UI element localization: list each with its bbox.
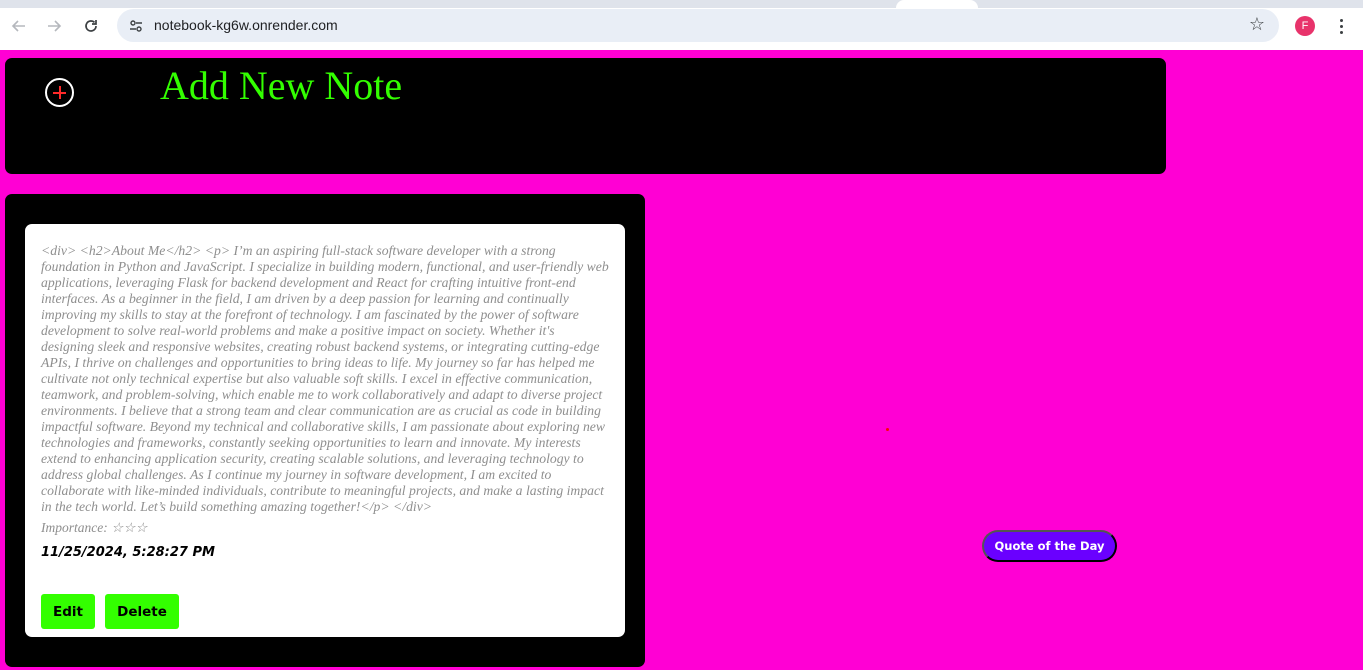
forward-icon[interactable] bbox=[40, 12, 68, 40]
note-actions: Edit Delete bbox=[41, 594, 179, 629]
notes-panel: <div> <h2>About Me</h2> <p> I’m an aspir… bbox=[5, 194, 645, 667]
note-body: <div> <h2>About Me</h2> <p> I’m an aspir… bbox=[41, 243, 609, 514]
back-icon[interactable] bbox=[5, 12, 33, 40]
kebab-menu-icon[interactable] bbox=[1331, 14, 1351, 38]
browser-toolbar: notebook-kg6w.onrender.com ☆ F bbox=[0, 0, 1363, 50]
add-note-bar: Add New Note bbox=[5, 58, 1166, 174]
reload-icon[interactable] bbox=[77, 12, 105, 40]
url-text[interactable]: notebook-kg6w.onrender.com bbox=[154, 17, 338, 33]
edit-button[interactable]: Edit bbox=[41, 594, 95, 629]
active-tab[interactable] bbox=[896, 0, 978, 8]
delete-button[interactable]: Delete bbox=[105, 594, 179, 629]
tab-strip bbox=[0, 0, 1363, 8]
red-dot bbox=[886, 428, 889, 431]
star-icon[interactable]: ☆ bbox=[1249, 14, 1265, 35]
note-card: <div> <h2>About Me</h2> <p> I’m an aspir… bbox=[25, 224, 625, 637]
tune-icon[interactable] bbox=[125, 15, 147, 37]
plus-circle-icon[interactable] bbox=[45, 78, 74, 107]
quote-of-the-day-button[interactable]: Quote of the Day bbox=[982, 530, 1117, 562]
profile-avatar[interactable]: F bbox=[1295, 16, 1315, 36]
address-bar[interactable]: notebook-kg6w.onrender.com ☆ bbox=[117, 9, 1279, 42]
note-importance: Importance: ☆☆☆ bbox=[41, 520, 148, 535]
add-note-title: Add New Note bbox=[160, 63, 403, 108]
note-timestamp: 11/25/2024, 5:28:27 PM bbox=[41, 545, 215, 560]
